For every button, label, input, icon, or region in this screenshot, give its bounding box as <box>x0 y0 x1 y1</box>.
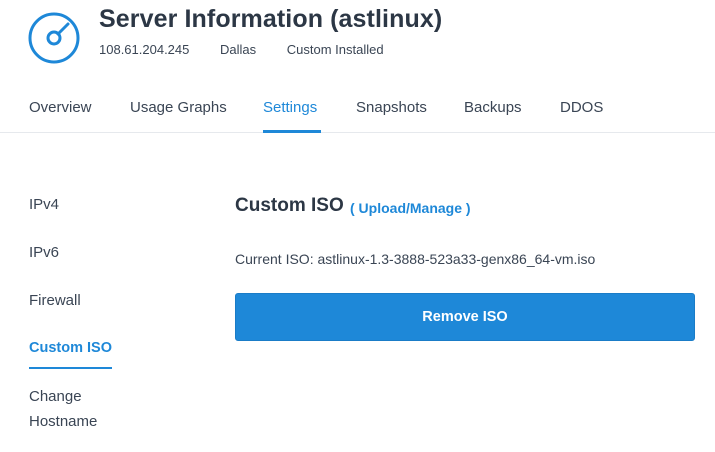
sidebar-item-label-line1: Change <box>29 388 82 405</box>
tab-backups[interactable]: Backups <box>464 99 522 116</box>
sidebar-item-change-hostname[interactable]: Change Hostname <box>29 384 97 434</box>
sidebar-item-custom-iso[interactable]: Custom ISO <box>29 336 112 361</box>
sidebar-item-firewall[interactable]: Firewall <box>29 288 81 313</box>
server-meta: 108.61.204.245 Dallas Custom Installed <box>99 42 384 57</box>
tab-settings[interactable]: Settings <box>263 99 317 116</box>
sidebar-item-label-line2: Hostname <box>29 413 98 430</box>
active-tab-indicator <box>263 130 321 133</box>
disc-icon <box>28 12 80 64</box>
current-iso-text: Current ISO: astlinux-1.3-3888-523a33-ge… <box>235 251 596 267</box>
upload-manage-link[interactable]: ( Upload/Manage ) <box>350 200 471 216</box>
server-location: Dallas <box>220 42 257 57</box>
page-title: Server Information (astlinux) <box>99 5 443 33</box>
remove-iso-button[interactable]: Remove ISO <box>235 293 695 341</box>
server-ip: 108.61.204.245 <box>99 42 190 57</box>
active-sidebar-indicator <box>29 367 112 369</box>
server-os: Custom Installed <box>286 42 384 57</box>
tab-bar: Overview Usage Graphs Settings Snapshots… <box>0 88 715 133</box>
server-settings-page: Server Information (astlinux) 108.61.204… <box>0 0 715 452</box>
tab-ddos[interactable]: DDOS <box>560 99 603 116</box>
tab-snapshots[interactable]: Snapshots <box>356 99 427 116</box>
tab-usage-graphs[interactable]: Usage Graphs <box>130 99 227 116</box>
sidebar-item-ipv6[interactable]: IPv6 <box>29 240 59 265</box>
section-title: Custom ISO <box>235 195 344 216</box>
sidebar-item-ipv4[interactable]: IPv4 <box>29 192 59 217</box>
tab-overview[interactable]: Overview <box>29 99 92 116</box>
